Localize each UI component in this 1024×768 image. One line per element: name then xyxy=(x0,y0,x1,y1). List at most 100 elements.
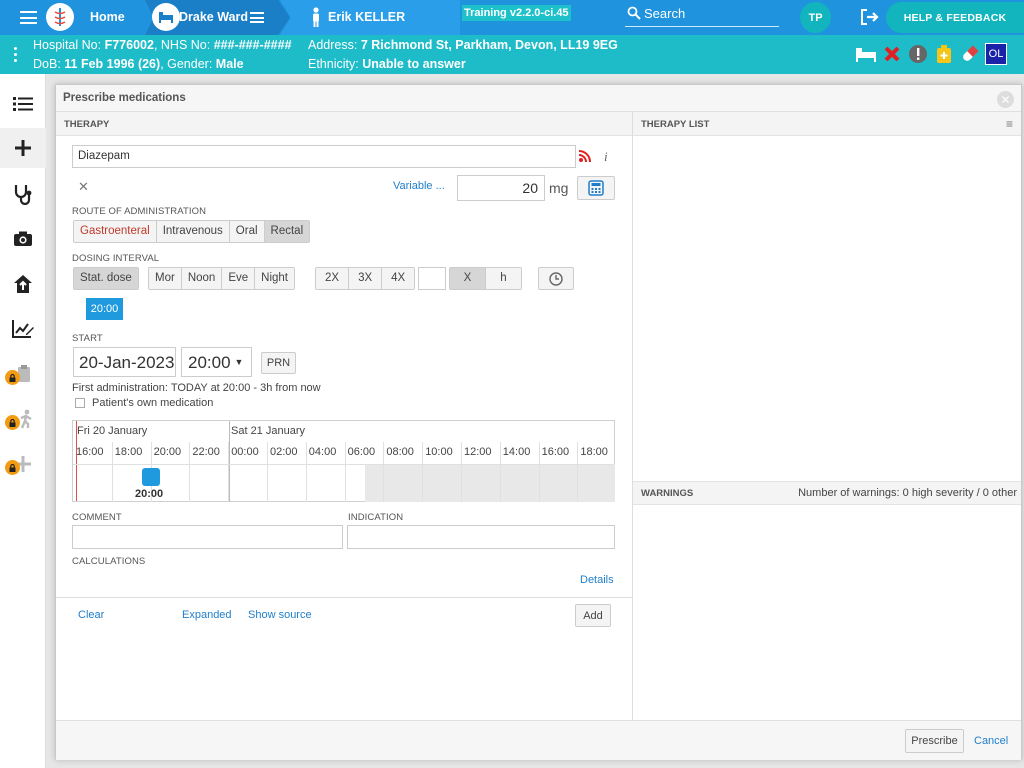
alert-x-icon[interactable] xyxy=(881,43,903,65)
patient-address: Address: 7 Richmond St, Parkham, Devon, … xyxy=(308,38,618,52)
calculator-button[interactable] xyxy=(577,176,615,200)
calculator-icon xyxy=(588,180,604,196)
stat-dose-button[interactable]: Stat. dose xyxy=(74,268,138,289)
top-bar: Home Drake Ward Erik KELLER Training v2.… xyxy=(0,0,1024,35)
patient-ethnicity: Ethnicity: Unable to answer xyxy=(308,57,466,71)
prn-button[interactable]: PRN xyxy=(261,352,296,374)
rss-feed-icon[interactable] xyxy=(578,149,592,166)
patient-name[interactable]: Erik KELLER xyxy=(328,10,405,24)
timeline-hour-label: 20:00 xyxy=(153,446,182,458)
timing-options-button[interactable] xyxy=(538,267,574,290)
sidebar-list-icon[interactable] xyxy=(0,84,46,124)
freq-2x[interactable]: 2X xyxy=(316,268,350,289)
stat-time-tooltip: 20:00 xyxy=(86,298,123,320)
app-logo[interactable] xyxy=(46,3,74,31)
first-admin-text: First administration: TODAY at 20:00 - 3… xyxy=(72,382,321,394)
help-feedback-button[interactable]: HELP & FEEDBACK xyxy=(886,2,1024,33)
medical-bag-icon[interactable] xyxy=(933,43,955,65)
route-intravenous[interactable]: Intravenous xyxy=(156,221,230,242)
timeline-day-1: Fri 20 January xyxy=(77,425,148,437)
route-gastroenteral[interactable]: Gastroenteral xyxy=(74,221,157,242)
route-oral[interactable]: Oral xyxy=(229,221,265,242)
column-divider xyxy=(632,112,633,720)
expanded-link[interactable]: Expanded xyxy=(182,609,232,621)
medication-input[interactable]: Diazepam xyxy=(72,145,576,168)
freq-3x[interactable]: 3X xyxy=(349,268,383,289)
ward-menu-icon[interactable] xyxy=(250,12,264,23)
timeline-hour-label: 06:00 xyxy=(347,446,376,458)
indication-input[interactable] xyxy=(347,525,615,549)
clock-icon xyxy=(549,271,563,286)
timeline-gridline xyxy=(267,442,268,502)
close-icon[interactable]: ✕ xyxy=(997,91,1014,108)
own-medication-label: Patient's own medication xyxy=(92,397,214,409)
comment-label: COMMENT xyxy=(72,512,122,523)
timeline-gridline xyxy=(538,442,540,502)
route-selector: Gastroenteral Intravenous Oral Rectal xyxy=(73,220,311,243)
list-menu-icon[interactable]: ≡ xyxy=(1006,117,1013,131)
tod-night[interactable]: Night xyxy=(255,268,294,289)
home-link[interactable]: Home xyxy=(90,10,125,24)
lock-icon xyxy=(5,370,20,385)
timeline-hour-label: 16:00 xyxy=(76,446,104,458)
details-link[interactable]: Details xyxy=(580,574,614,586)
timeline-day-2: Sat 21 January xyxy=(231,425,305,437)
warning-icon[interactable] xyxy=(907,43,929,65)
timeline-hour-label: 22:00 xyxy=(192,446,220,458)
clear-medication-icon[interactable]: ✕ xyxy=(78,179,89,195)
timeline-gridline xyxy=(111,442,113,502)
chart-edit-icon[interactable] xyxy=(0,308,46,348)
stethoscope-icon[interactable] xyxy=(0,174,46,214)
ol-badge[interactable]: OL xyxy=(985,43,1007,65)
search-input[interactable]: Search xyxy=(625,5,779,27)
interval-unit-h[interactable]: h xyxy=(486,268,521,289)
ward-name[interactable]: Drake Ward xyxy=(179,10,248,24)
camera-icon[interactable] xyxy=(0,219,46,259)
timeline-gridline xyxy=(422,442,424,502)
interval-number-input[interactable] xyxy=(418,267,446,290)
home-upload-icon[interactable] xyxy=(0,264,46,304)
start-label: START xyxy=(72,333,103,344)
tod-mor[interactable]: Mor xyxy=(149,268,182,289)
comment-input[interactable] xyxy=(72,525,343,549)
sidebar-plus-icon[interactable] xyxy=(0,128,46,168)
time-of-day-selector: Mor Noon Eve Night xyxy=(148,267,295,290)
own-medication-checkbox[interactable] xyxy=(75,398,85,408)
prescribe-button[interactable]: Prescribe xyxy=(905,729,964,753)
show-source-link[interactable]: Show source xyxy=(248,609,312,621)
person-icon xyxy=(302,3,330,31)
clear-link[interactable]: Clear xyxy=(78,609,104,621)
main-menu-icon[interactable] xyxy=(20,11,37,24)
add-button[interactable]: Add xyxy=(575,604,611,627)
freq-4x[interactable]: 4X xyxy=(382,268,415,289)
route-rectal[interactable]: Rectal xyxy=(264,221,310,242)
training-badge: Training v2.2.0-ci.45 xyxy=(462,5,571,21)
pill-icon[interactable] xyxy=(959,43,981,65)
timeline-gridline xyxy=(228,442,230,502)
prescribe-medications-dialog: Prescribe medications ✕ THERAPY THERAPY … xyxy=(55,84,1022,760)
logout-icon[interactable] xyxy=(860,8,880,26)
cancel-link[interactable]: Cancel xyxy=(974,735,1008,747)
user-avatar[interactable]: TP xyxy=(800,2,831,33)
interval-unit-x[interactable]: X xyxy=(450,268,486,289)
timeline-gridline xyxy=(305,442,307,502)
calculations-label: CALCULATIONS xyxy=(72,556,146,567)
bed-status-icon[interactable] xyxy=(855,43,877,65)
scheduled-dose-marker[interactable] xyxy=(142,468,160,486)
administration-timeline: Fri 20 January Sat 21 January 16:00 18:00… xyxy=(72,420,615,502)
bed-icon xyxy=(152,3,180,31)
tod-eve[interactable]: Eve xyxy=(222,268,256,289)
patient-menu-icon[interactable] xyxy=(14,47,18,63)
start-date-input[interactable]: 20-Jan-2023 xyxy=(73,347,176,377)
timeline-hour-label: 16:00 xyxy=(541,446,570,458)
tod-noon[interactable]: Noon xyxy=(181,268,223,289)
lock-icon xyxy=(5,415,20,430)
info-icon[interactable]: i xyxy=(604,149,608,165)
patient-status-icons: OL xyxy=(855,42,1007,66)
timeline-gridline xyxy=(383,442,385,502)
timeline-hour-label: 18:00 xyxy=(580,446,608,458)
interval-unit-selector: X h xyxy=(449,267,522,290)
start-time-select[interactable]: 20:00 ▼ xyxy=(181,347,252,377)
dose-input[interactable]: 20 xyxy=(457,175,545,201)
variable-dose-link[interactable]: Variable ... xyxy=(393,180,445,192)
